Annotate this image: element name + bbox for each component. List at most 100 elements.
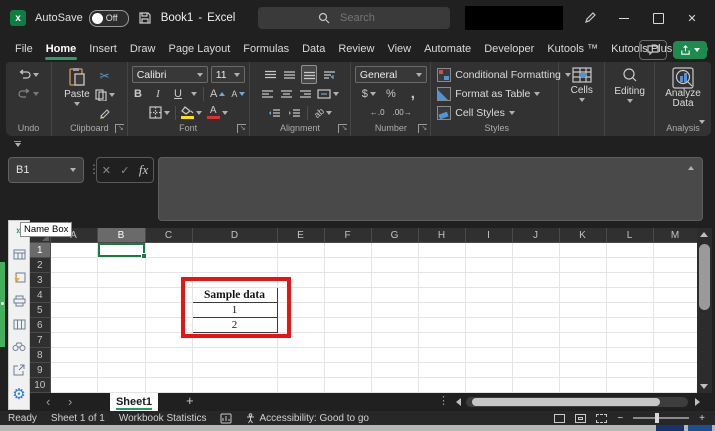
increase-font-size-button[interactable]: A xyxy=(210,85,226,102)
vertical-scrollbar[interactable] xyxy=(697,228,712,393)
cell[interactable] xyxy=(277,242,325,258)
cell[interactable] xyxy=(653,287,698,303)
conditional-formatting-button[interactable]: Conditional Formatting xyxy=(437,65,571,84)
tab-view[interactable]: View xyxy=(386,40,412,58)
cell[interactable] xyxy=(324,347,372,363)
cancel-button[interactable]: ✕ xyxy=(102,164,111,177)
workbook-pane-icon[interactable] xyxy=(13,249,26,260)
cell[interactable] xyxy=(465,242,513,258)
cell[interactable] xyxy=(653,257,698,273)
cell[interactable] xyxy=(145,362,193,378)
cell[interactable] xyxy=(50,377,98,393)
cell[interactable] xyxy=(371,287,419,303)
cell[interactable] xyxy=(97,257,146,273)
cell[interactable] xyxy=(653,332,698,348)
cell[interactable] xyxy=(97,347,146,363)
cell[interactable] xyxy=(606,347,654,363)
tab-kutools[interactable]: Kutools ™ xyxy=(546,40,599,58)
cell[interactable] xyxy=(465,287,513,303)
decrease-decimal-button[interactable]: .00→ xyxy=(393,104,412,121)
tab-file[interactable]: File xyxy=(14,40,34,58)
cell[interactable] xyxy=(192,362,278,378)
col-header-K[interactable]: K xyxy=(559,228,607,243)
cell[interactable] xyxy=(653,302,698,318)
ribbon-pin-icon[interactable] xyxy=(14,141,21,147)
tab-home[interactable]: Home xyxy=(44,40,78,60)
tab-insert[interactable]: Insert xyxy=(88,40,118,58)
tab-developer[interactable]: Developer xyxy=(483,40,535,58)
wrap-text-button[interactable] xyxy=(322,66,336,83)
row-header-1[interactable]: 1 xyxy=(30,242,51,258)
scroll-down-icon[interactable] xyxy=(700,384,708,389)
cell[interactable] xyxy=(512,362,560,378)
cell[interactable] xyxy=(465,302,513,318)
cell[interactable] xyxy=(465,272,513,288)
excel-logo-icon[interactable]: x xyxy=(10,10,26,26)
row-header-2[interactable]: 2 xyxy=(30,257,51,273)
accessibility-status[interactable]: Accessibility: Good to go xyxy=(246,413,369,424)
autosave-control[interactable]: AutoSave Off xyxy=(35,9,129,27)
col-header-I[interactable]: I xyxy=(465,228,513,243)
binoculars-icon[interactable] xyxy=(12,342,26,352)
cell[interactable] xyxy=(418,242,466,258)
cell[interactable] xyxy=(371,317,419,333)
cell[interactable] xyxy=(145,377,193,393)
cell[interactable] xyxy=(50,287,98,303)
cell[interactable] xyxy=(512,332,560,348)
cell[interactable] xyxy=(512,257,560,273)
cell[interactable] xyxy=(606,332,654,348)
collapse-formula-bar-icon[interactable] xyxy=(688,166,694,170)
font-dialog-launcher[interactable]: ↘ xyxy=(236,124,246,133)
col-header-F[interactable]: F xyxy=(324,228,372,243)
decrease-indent-button[interactable] xyxy=(267,104,281,121)
cell[interactable] xyxy=(277,362,325,378)
row-header-4[interactable]: 4 xyxy=(30,287,51,303)
insert-function-button[interactable]: fx xyxy=(139,162,148,178)
cell[interactable] xyxy=(606,362,654,378)
cell[interactable] xyxy=(512,317,560,333)
cell[interactable] xyxy=(50,332,98,348)
cell[interactable] xyxy=(559,302,607,318)
cell[interactable] xyxy=(653,377,698,393)
cell[interactable] xyxy=(512,287,560,303)
search-input[interactable] xyxy=(338,11,442,25)
cell[interactable] xyxy=(97,317,146,333)
clipboard-dialog-launcher[interactable]: ↘ xyxy=(114,124,124,133)
accounting-format-button[interactable]: $ xyxy=(362,85,376,102)
cell[interactable] xyxy=(324,287,372,303)
cell[interactable] xyxy=(465,377,513,393)
cell[interactable] xyxy=(324,317,372,333)
cell[interactable] xyxy=(512,272,560,288)
cell[interactable] xyxy=(97,332,146,348)
cell[interactable] xyxy=(192,242,278,258)
cell[interactable] xyxy=(371,242,419,258)
alignment-dialog-launcher[interactable]: ↘ xyxy=(338,124,348,133)
cell[interactable] xyxy=(559,362,607,378)
cell[interactable] xyxy=(324,377,372,393)
tab-formulas[interactable]: Formulas xyxy=(242,40,290,58)
format-painter-button[interactable] xyxy=(95,105,115,122)
horizontal-scrollbar-thumb[interactable] xyxy=(472,398,660,406)
copy-button[interactable] xyxy=(95,86,115,103)
col-header-C[interactable]: C xyxy=(145,228,193,243)
cell[interactable] xyxy=(324,242,372,258)
cell[interactable] xyxy=(145,257,193,273)
printer-icon[interactable] xyxy=(13,295,26,307)
cell[interactable] xyxy=(512,377,560,393)
cell[interactable] xyxy=(145,242,193,258)
cell[interactable] xyxy=(50,257,98,273)
scroll-right-icon[interactable] xyxy=(695,398,700,406)
cell[interactable] xyxy=(559,347,607,363)
cell[interactable] xyxy=(277,257,325,273)
top-align-button[interactable] xyxy=(263,66,277,83)
cell[interactable] xyxy=(324,332,372,348)
analyze-data-button[interactable]: Analyze Data xyxy=(665,65,701,109)
cell[interactable] xyxy=(192,257,278,273)
page-layout-view-icon[interactable] xyxy=(575,413,587,423)
cell[interactable] xyxy=(559,242,607,258)
cell[interactable] xyxy=(418,362,466,378)
cell[interactable] xyxy=(145,347,193,363)
row-header-9[interactable]: 9 xyxy=(30,362,51,378)
vertical-scrollbar-thumb[interactable] xyxy=(699,244,710,310)
col-header-M[interactable]: M xyxy=(653,228,698,243)
